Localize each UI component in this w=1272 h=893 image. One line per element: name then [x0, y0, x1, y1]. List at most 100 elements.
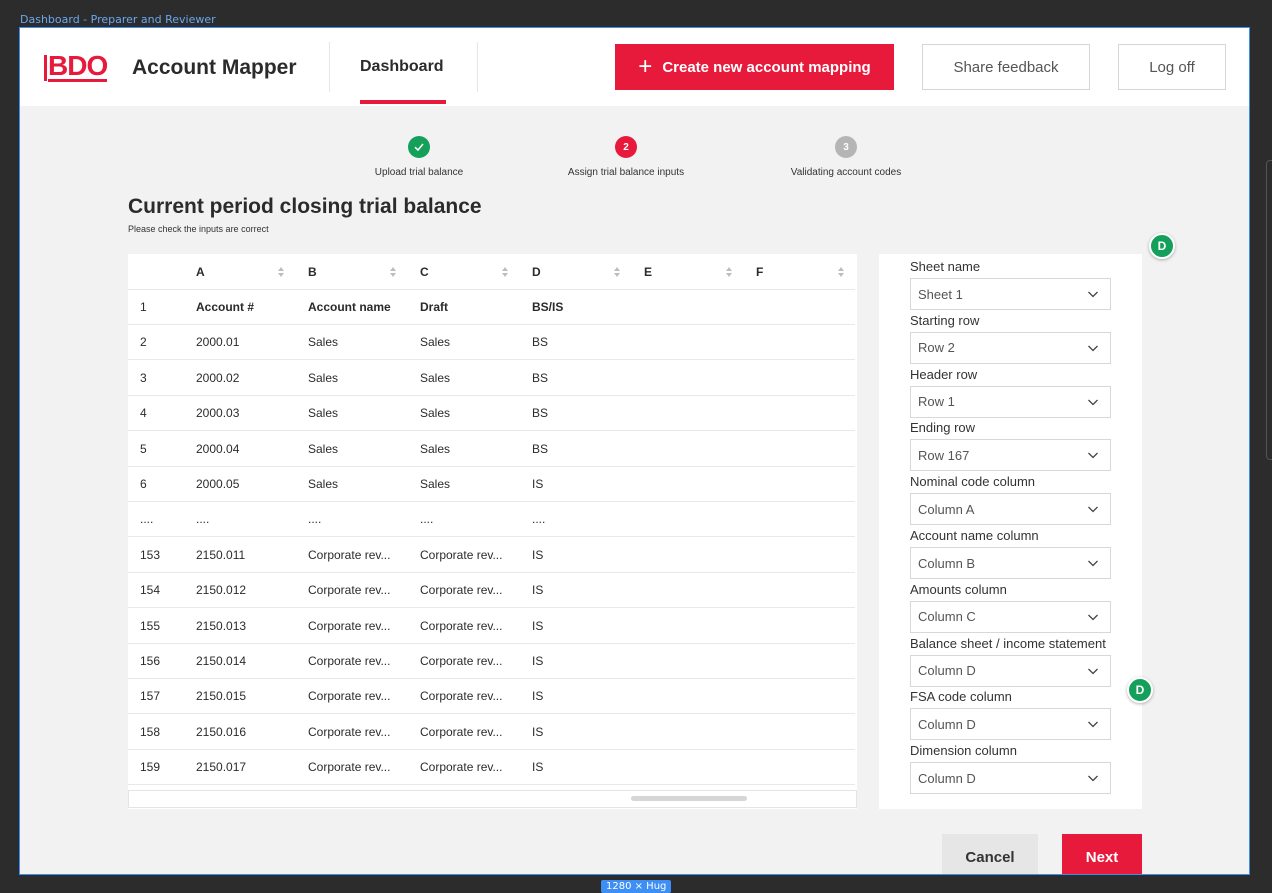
- table-row[interactable]: 153 2150.011 Corporate rev... Corporate rev…: [128, 538, 855, 573]
- table-cell: 2150.012: [196, 583, 247, 598]
- select-value: Sheet 1: [918, 286, 963, 302]
- step-validate: 3 Validating account codes: [756, 136, 936, 178]
- collaborator-avatar[interactable]: D: [1127, 677, 1153, 703]
- table-cell: Corporate rev...: [308, 689, 391, 704]
- field-select[interactable]: Column D: [910, 762, 1111, 795]
- table-cell: IS: [532, 760, 544, 775]
- column-header-d[interactable]: D: [532, 254, 541, 289]
- table-row[interactable]: 3 2000.02 Sales Sales BS: [128, 361, 855, 396]
- table-cell: Sales: [308, 406, 339, 421]
- table-cell: Corporate rev...: [308, 654, 391, 668]
- step-label: Validating account codes: [790, 167, 902, 178]
- table-cell: ....: [532, 512, 546, 527]
- column-header-a[interactable]: A: [196, 254, 205, 289]
- sort-icon[interactable]: [277, 266, 285, 278]
- create-account-mapping-button[interactable]: + Create new account mapping: [615, 44, 894, 90]
- table-cell: 2000.02: [196, 370, 240, 385]
- field-select[interactable]: Row 1: [910, 385, 1111, 418]
- table-row[interactable]: 155 2150.013 Corporate rev... Corporate rev…: [128, 609, 855, 644]
- sort-icon[interactable]: [725, 266, 733, 278]
- table-cell: BS: [532, 406, 549, 421]
- table-cell: Sales: [420, 406, 451, 421]
- table-row[interactable]: 2 2000.01 Sales Sales BS: [128, 325, 855, 361]
- page-scrollbar[interactable]: [1266, 160, 1272, 460]
- step-label: Upload trial balance: [374, 167, 464, 178]
- field-select[interactable]: Row 167: [910, 439, 1111, 472]
- field-select[interactable]: Column B: [910, 547, 1111, 579]
- field-label: Dimension column: [910, 743, 1017, 759]
- table-cell: Corporate rev...: [308, 724, 391, 739]
- table-row[interactable]: 6 2000.05 Sales Sales IS: [128, 467, 855, 502]
- step-number-badge: 2: [615, 136, 637, 158]
- check-icon: [414, 143, 424, 152]
- column-header-c[interactable]: C: [420, 254, 429, 289]
- horizontal-scrollbar[interactable]: [128, 790, 857, 808]
- share-feedback-button[interactable]: Share feedback: [922, 44, 1090, 90]
- logo-text: BDO: [48, 50, 108, 82]
- row-number: 4: [140, 406, 147, 421]
- sort-icon[interactable]: [501, 266, 509, 278]
- log-off-button[interactable]: Log off: [1118, 44, 1226, 90]
- table-cell: Sales: [308, 441, 339, 456]
- table-header-row: A B C D E F: [128, 254, 855, 290]
- select-value: Column D: [918, 770, 976, 786]
- field-label: FSA code column: [910, 689, 1012, 705]
- field-select[interactable]: Column C: [910, 600, 1111, 633]
- app-title: Account Mapper: [132, 56, 297, 79]
- field-select[interactable]: Column A: [910, 493, 1111, 526]
- column-header-e[interactable]: E: [644, 254, 652, 289]
- field-label: Amounts column: [910, 581, 1007, 597]
- row-number: 158: [140, 724, 161, 739]
- chevron-down-icon: [1088, 291, 1098, 298]
- column-header-f[interactable]: F: [756, 254, 763, 289]
- table-row[interactable]: 159 2150.017 Corporate rev... Corporate rev…: [128, 750, 855, 786]
- table-cell: Sales: [420, 477, 451, 491]
- table-row[interactable]: 158 2150.016 Corporate rev... Corporate rev…: [128, 715, 855, 750]
- field-select[interactable]: Column D: [910, 708, 1111, 741]
- step-label: Assign trial balance inputs: [567, 167, 685, 178]
- table-cell: 2150.013: [196, 618, 247, 633]
- row-number: 155: [140, 618, 161, 633]
- table-cell: 2150.016: [196, 724, 247, 739]
- step-complete-icon: [408, 136, 430, 158]
- sort-icon[interactable]: [389, 266, 397, 278]
- table-row[interactable]: 5 2000.04 Sales Sales BS: [128, 432, 855, 467]
- table-cell: 2000.04: [196, 441, 240, 456]
- table-header-data-row[interactable]: 1 Account # Account name Draft BS/IS: [128, 290, 855, 325]
- table-row[interactable]: 4 2000.03 Sales Sales BS: [128, 396, 855, 432]
- select-value: Column C: [918, 609, 976, 625]
- select-value: Row 167: [918, 447, 970, 463]
- table-row[interactable]: ....................: [128, 502, 855, 538]
- table-cell: ....: [308, 512, 322, 527]
- column-header-b[interactable]: B: [308, 254, 317, 289]
- row-number: 1: [140, 300, 147, 314]
- table-cell: Corporate rev...: [420, 689, 503, 704]
- row-number: 154: [140, 583, 161, 598]
- step-assign: 2 Assign trial balance inputs: [536, 136, 716, 178]
- row-number: ....: [140, 512, 154, 527]
- field-label: Account name column: [910, 528, 1039, 543]
- field-select[interactable]: Sheet 1: [910, 278, 1111, 310]
- field-label: Header row: [910, 366, 978, 382]
- table-cell: Corporate rev...: [420, 654, 503, 668]
- nav-tab-dashboard[interactable]: Dashboard: [360, 58, 444, 76]
- field-select[interactable]: Row 2: [910, 331, 1111, 364]
- table-cell: IS: [532, 618, 544, 633]
- app-frame: BDO Account Mapper Dashboard + Create ne…: [19, 27, 1250, 875]
- field-select[interactable]: Column D: [910, 654, 1111, 687]
- table-cell: Sales: [420, 441, 451, 456]
- scrollbar-thumb[interactable]: [631, 796, 747, 801]
- sort-icon[interactable]: [613, 266, 621, 278]
- table-row[interactable]: 156 2150.014 Corporate rev... Corporate rev…: [128, 644, 855, 679]
- next-button[interactable]: Next: [1062, 834, 1142, 874]
- table-cell: ....: [420, 512, 434, 527]
- table-row[interactable]: 154 2150.012 Corporate rev... Corporate rev…: [128, 573, 855, 609]
- step-upload: Upload trial balance: [329, 136, 509, 178]
- table-cell: IS: [532, 724, 544, 739]
- sort-icon[interactable]: [837, 266, 845, 278]
- collaborator-avatar[interactable]: D: [1149, 233, 1175, 259]
- chevron-down-icon: [1088, 560, 1098, 567]
- table-row[interactable]: 157 2150.015 Corporate rev... Corporate rev…: [128, 679, 855, 715]
- header-divider: [329, 42, 330, 92]
- cancel-button[interactable]: Cancel: [942, 834, 1038, 874]
